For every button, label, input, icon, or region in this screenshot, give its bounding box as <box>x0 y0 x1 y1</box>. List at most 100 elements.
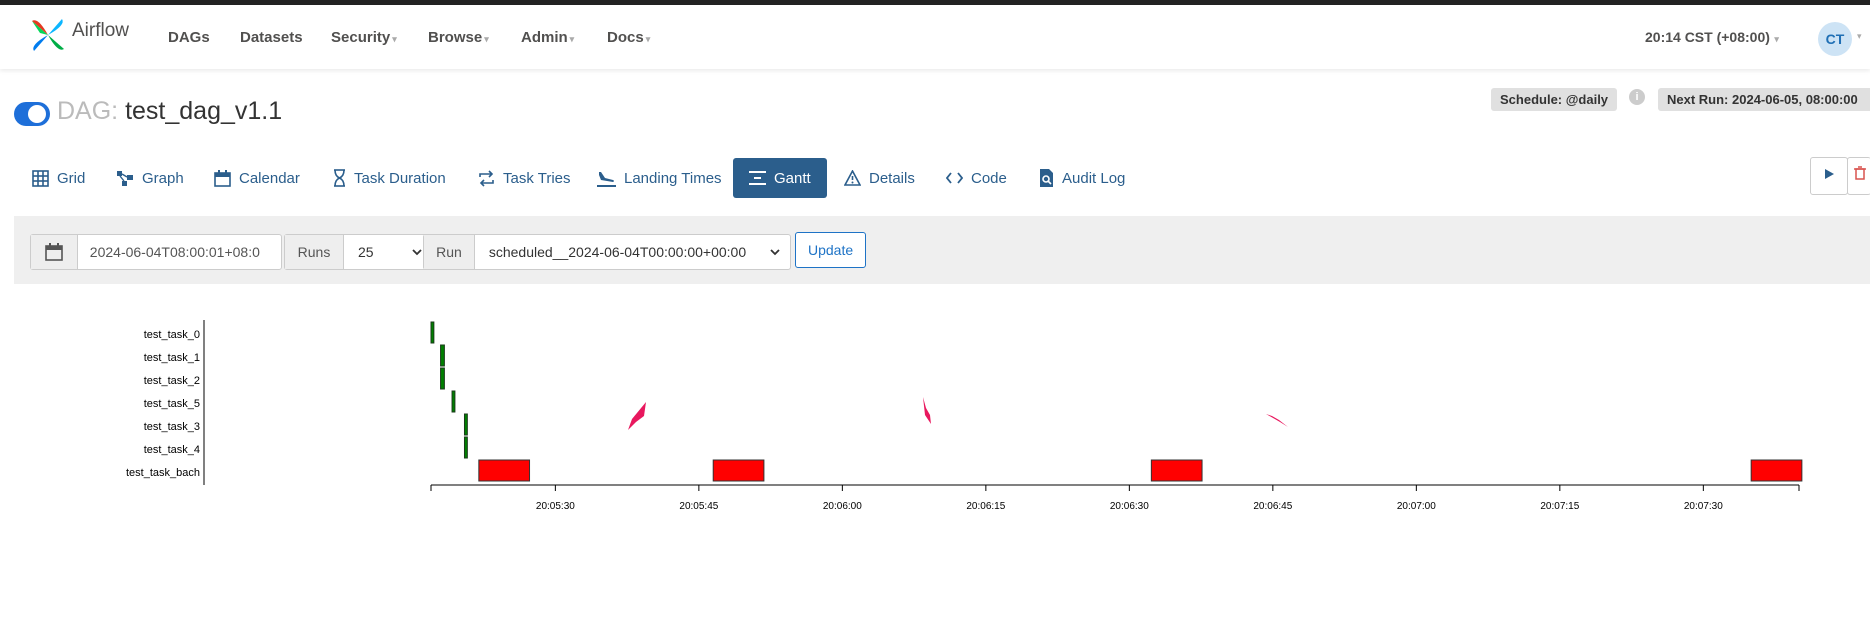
run-label: Run <box>424 235 475 269</box>
warning-icon <box>844 170 861 186</box>
chevron-down-icon: ▾ <box>1771 34 1779 44</box>
play-icon <box>1825 169 1834 179</box>
task-label: test_task_0 <box>144 329 200 341</box>
tab-grid[interactable]: Grid <box>32 158 85 198</box>
gantt-icon <box>749 170 766 185</box>
run-select-group[interactable]: Run scheduled__2024-06-04T00:00:00+00:00 <box>423 234 791 270</box>
task-label: test_task_5 <box>144 398 200 410</box>
base-date-input[interactable]: 2024-06-04T08:00:01+08:0 <box>78 244 281 260</box>
audit-icon <box>1040 169 1053 187</box>
nav-dags[interactable]: DAGs <box>168 29 210 46</box>
tab-label: Grid <box>57 169 86 187</box>
x-tick-label: 20:05:30 <box>536 501 575 512</box>
annotation-arrow <box>1266 414 1288 427</box>
task-label: test_task_1 <box>144 352 200 364</box>
trigger-dag-button[interactable] <box>1810 157 1848 195</box>
x-tick-label: 20:06:30 <box>1110 501 1149 512</box>
user-avatar[interactable]: CT <box>1818 22 1852 56</box>
gantt-filter-bar: 2024-06-04T08:00:01+08:0 Runs 25 Run sch… <box>14 216 1870 284</box>
task-label: test_task_3 <box>144 421 200 433</box>
x-tick-label: 20:07:30 <box>1684 501 1723 512</box>
gantt-bar-failed[interactable] <box>1150 459 1203 482</box>
runs-value: 25 <box>358 244 374 260</box>
nav-datasets[interactable]: Datasets <box>240 29 303 46</box>
nav-security[interactable]: Security ▾ <box>331 29 397 46</box>
tab-calendar[interactable]: Calendar <box>214 158 300 198</box>
code-icon <box>946 172 963 184</box>
tab-label: Task Duration <box>354 169 446 187</box>
gantt-chart: test_task_0 test_task_1 test_task_2 test_ta… <box>126 320 1803 512</box>
tab-gantt[interactable]: Gantt <box>733 158 827 198</box>
tab-audit-log[interactable]: Audit Log <box>1039 158 1125 198</box>
dag-pause-toggle[interactable] <box>14 102 50 126</box>
annotation-arrow <box>628 402 646 430</box>
gantt-bar-failed[interactable] <box>712 459 765 482</box>
annotation-arrow <box>923 397 931 424</box>
grid-icon <box>32 169 49 187</box>
retry-icon <box>479 169 494 187</box>
tab-label: Gantt <box>774 169 811 187</box>
runs-select[interactable]: 25 <box>344 244 432 260</box>
trash-icon <box>1853 166 1866 180</box>
task-label: test_task_4 <box>144 444 200 456</box>
chevron-down-icon: ▾ <box>569 34 575 44</box>
schedule-badge: Schedule: @daily <box>1491 88 1618 111</box>
timezone-clock[interactable]: 20:14 CST (+08:00) ▾ <box>1645 29 1779 45</box>
nav-browse[interactable]: Browse ▾ <box>428 29 489 46</box>
dag-prefix: DAG: <box>57 97 119 125</box>
next-run-badge: Next Run: 2024-06-05, 08:00:00 <box>1658 88 1870 111</box>
graph-icon <box>117 170 133 186</box>
tab-label: Details <box>869 169 915 187</box>
toggle-knob <box>28 105 46 123</box>
x-tick-label: 20:06:00 <box>823 501 862 512</box>
tab-graph[interactable]: Graph <box>116 158 184 198</box>
airflow-pinwheel-icon <box>32 19 64 51</box>
gantt-bar-success[interactable] <box>463 413 468 436</box>
gantt-bar-failed[interactable] <box>478 459 531 482</box>
gantt-bar-success[interactable] <box>451 390 456 413</box>
gantt-bar-success[interactable] <box>430 321 435 344</box>
tab-label: Landing Times <box>624 169 722 187</box>
chevron-down-icon: ▾ <box>484 34 489 44</box>
task-label: test_task_bach <box>126 467 200 479</box>
calendar-icon[interactable] <box>31 235 78 269</box>
x-tick-label: 20:07:15 <box>1540 501 1579 512</box>
annotation-arrows <box>628 397 1288 430</box>
delete-dag-button[interactable] <box>1847 157 1870 195</box>
gantt-bar-success[interactable] <box>440 344 445 367</box>
brand-logo[interactable]: Airflow <box>28 15 129 55</box>
runs-select-group[interactable]: Runs 25 <box>284 234 433 270</box>
page-title: DAG: test_dag_v1.1 <box>57 97 282 126</box>
update-button[interactable]: Update <box>795 232 867 268</box>
x-tick-label: 20:06:15 <box>966 501 1005 512</box>
base-date-field[interactable]: 2024-06-04T08:00:01+08:0 <box>30 234 282 270</box>
run-select[interactable]: scheduled__2024-06-04T00:00:00+00:00 <box>475 244 790 260</box>
gantt-bar-failed[interactable] <box>1750 459 1803 482</box>
gantt-bar-success[interactable] <box>463 436 468 459</box>
tab-task-tries[interactable]: Task Tries <box>478 158 571 198</box>
nav-docs[interactable]: Docs ▾ <box>607 29 650 46</box>
chevron-down-icon[interactable]: ▾ <box>1857 31 1862 42</box>
tab-label: Graph <box>142 169 184 187</box>
gantt-bar-success[interactable] <box>440 367 445 390</box>
tab-label: Audit Log <box>1062 169 1126 187</box>
chevron-down-icon <box>412 248 422 255</box>
tab-landing-times[interactable]: Landing Times <box>597 158 722 198</box>
tab-task-duration[interactable]: Task Duration <box>333 158 446 198</box>
nav-admin[interactable]: Admin ▾ <box>521 29 574 46</box>
calendar-icon <box>214 169 231 187</box>
info-icon[interactable]: i <box>1629 89 1645 105</box>
tab-details[interactable]: Details <box>844 158 915 198</box>
calendar-glyph <box>45 243 63 261</box>
run-value: scheduled__2024-06-04T00:00:00+00:00 <box>488 244 747 260</box>
chevron-down-icon: ▾ <box>392 34 397 44</box>
tab-label: Code <box>971 169 1007 187</box>
chevron-down-icon: ▾ <box>645 34 651 44</box>
task-label: test_task_2 <box>144 375 200 387</box>
tab-label: Task Tries <box>503 169 571 187</box>
x-tick-label: 20:05:45 <box>679 501 718 512</box>
tab-code[interactable]: Code <box>946 158 1007 198</box>
landing-icon <box>597 171 616 187</box>
tab-label: Calendar <box>239 169 300 187</box>
x-tick-label: 20:07:00 <box>1397 501 1436 512</box>
